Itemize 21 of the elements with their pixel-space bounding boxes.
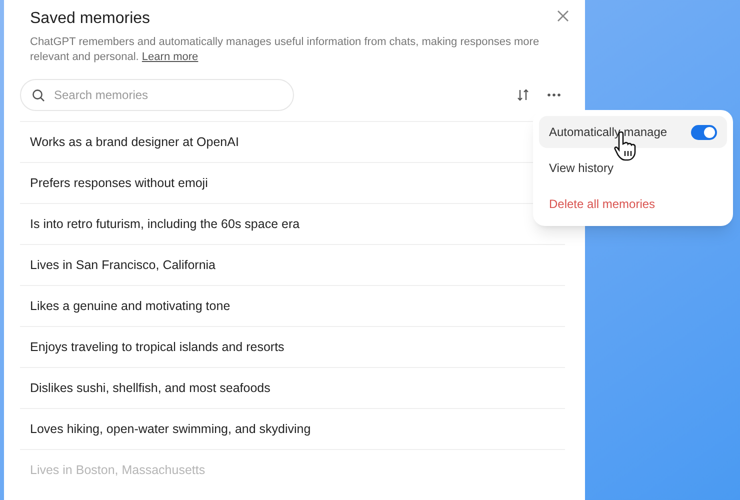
learn-more-link[interactable]: Learn more [142,51,198,63]
more-icon[interactable] [547,93,561,97]
memory-text: Likes a genuine and motivating tone [30,298,230,315]
memory-text: Lives in San Francisco, California [30,256,216,274]
toggle-switch[interactable] [691,124,717,140]
menu-toggle-item[interactable]: Automatically manage [539,116,727,148]
close-icon[interactable] [557,10,569,22]
dialog-title: Saved memories [30,9,150,29]
search-icon [32,89,45,102]
menu-item[interactable]: View history [539,152,727,184]
search-field[interactable]: Search memories [20,79,294,111]
memory-text: Is into retro futurism, including the 60s space era [30,216,300,233]
sort-icon[interactable] [517,89,529,101]
memory-text: Dislikes sushi, shellfish, and most seafoods [30,380,270,397]
memory-text: Lives in Boston, Massachusetts [30,462,206,479]
menu-item[interactable]: Delete all memories [539,188,727,220]
memory-text: Works as a brand designer at OpenAI [30,134,239,151]
memory-text: Prefers responses without emoji [30,174,208,192]
memory-text: Enjoys traveling to tropical islands and resorts [30,338,284,356]
memory-text: Loves hiking, open-water swimming, and skydiving [30,420,311,438]
dialog-description: ChatGPT remembers and automatically manages useful information from chats, making responses more relevant and personal. Learn more [29,35,540,65]
